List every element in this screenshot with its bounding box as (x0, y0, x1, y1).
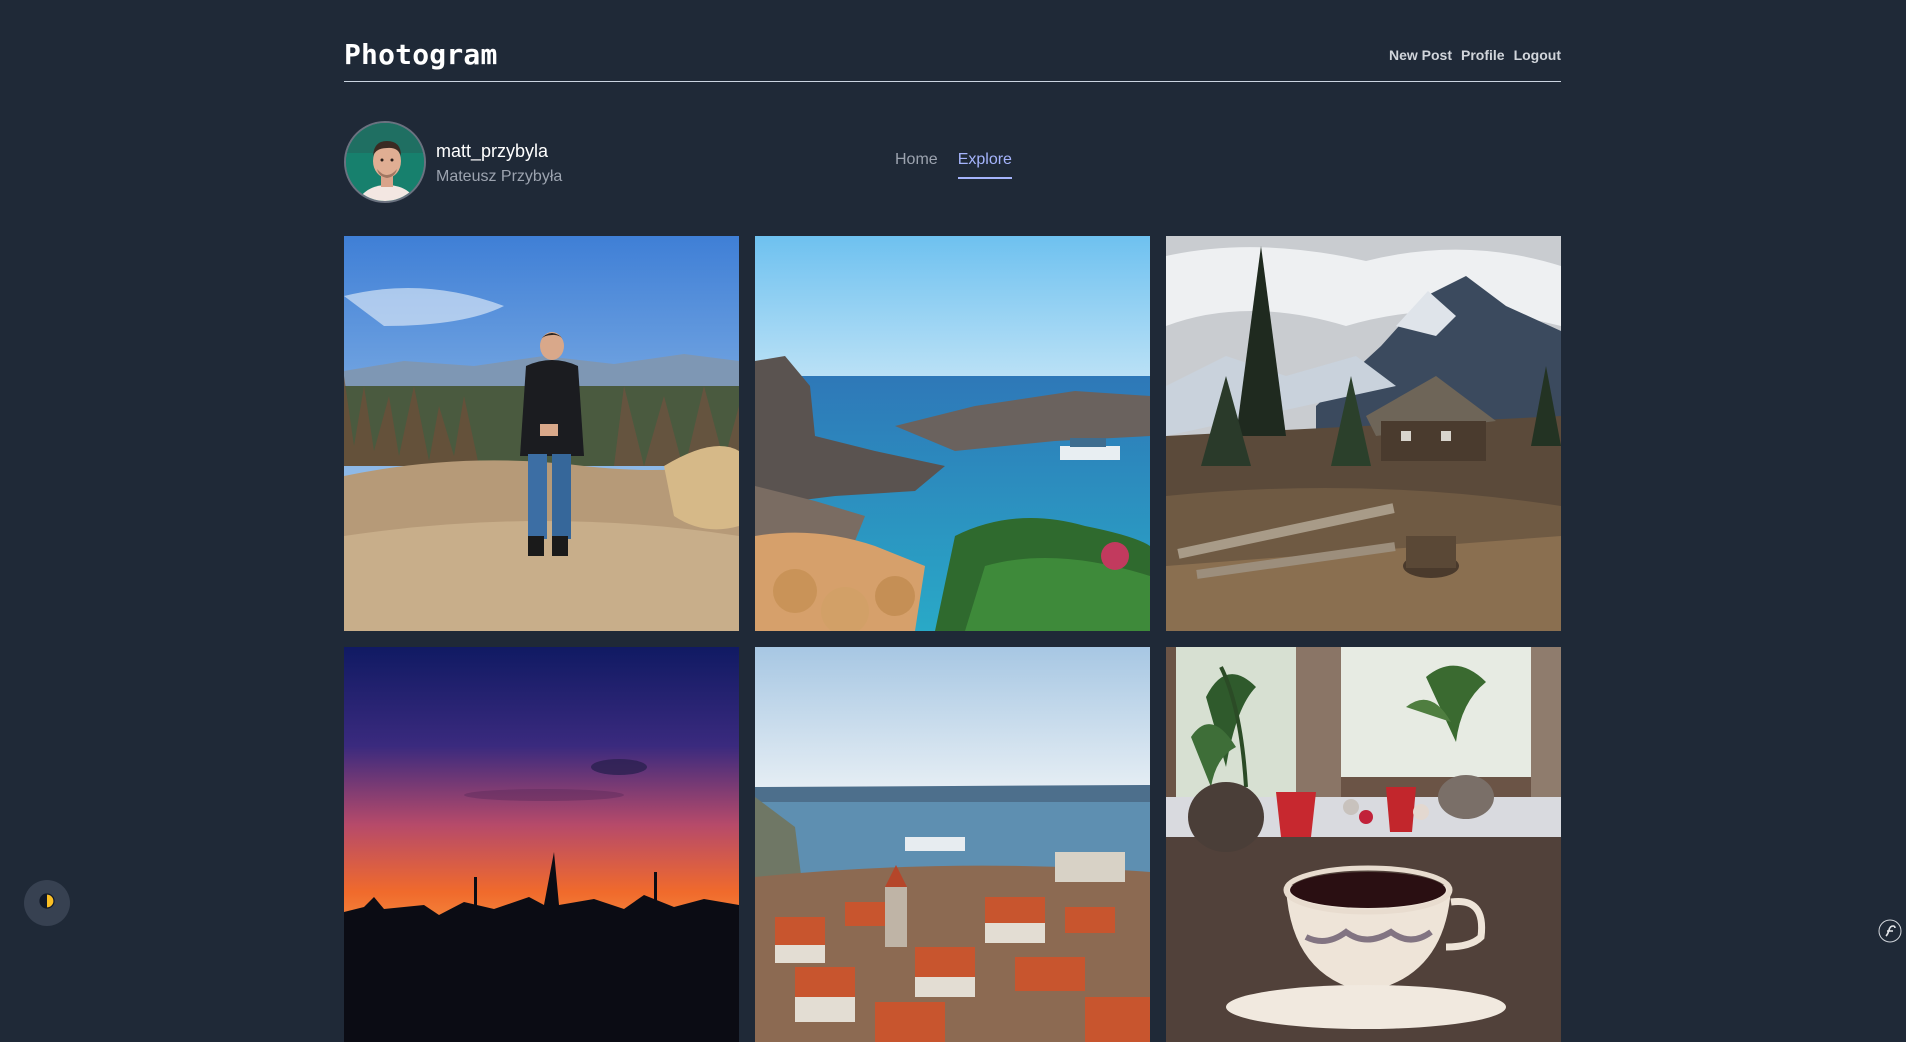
post-thumbnail[interactable] (1166, 647, 1561, 1042)
post-thumbnail[interactable] (344, 236, 739, 631)
profile-username: matt_przybyla (436, 141, 549, 161)
new-post-link[interactable]: New Post (1389, 47, 1452, 63)
feed-tabs: Home Explore (895, 151, 1012, 179)
half-moon-icon (39, 892, 55, 914)
tab-explore[interactable]: Explore (957, 151, 1012, 179)
profile-header: matt_przybyla Mateusz Przybyła Home Expl… (344, 82, 1561, 236)
theme-toggle-button[interactable] (24, 880, 70, 926)
avatar[interactable] (344, 121, 426, 203)
tab-home[interactable]: Home (895, 151, 938, 179)
post-thumbnail[interactable] (755, 236, 1150, 631)
logout-link[interactable]: Logout (1514, 47, 1561, 63)
top-bar: Photogram New Post Profile Logout (344, 0, 1561, 82)
debug-toolbar-toggle[interactable] (1874, 917, 1906, 949)
symfony-icon (1878, 919, 1902, 948)
profile-link[interactable]: Profile (1461, 47, 1505, 63)
brand-logo[interactable]: Photogram (344, 38, 498, 71)
post-thumbnail[interactable] (1166, 236, 1561, 631)
post-thumbnail[interactable] (755, 647, 1150, 1042)
post-thumbnail[interactable] (344, 647, 739, 1042)
page-container: Photogram New Post Profile Logout matt_p… (344, 0, 1561, 1042)
post-grid (344, 236, 1561, 1042)
profile-full-name: Mateusz Przybyła (436, 168, 563, 185)
top-nav: New Post Profile Logout (1389, 47, 1561, 63)
